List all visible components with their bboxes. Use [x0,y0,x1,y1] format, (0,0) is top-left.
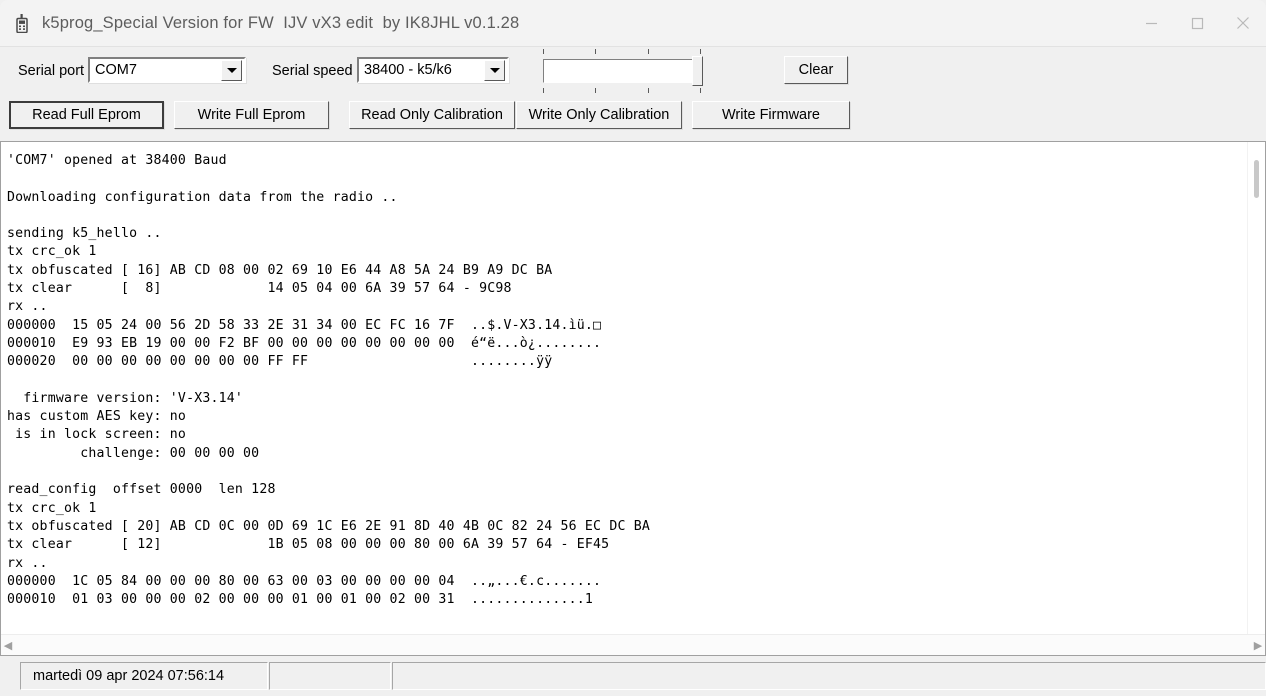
write-only-calibration-button[interactable]: Write Only Calibration [516,101,682,129]
log-text: 'COM7' opened at 38400 Baud Downloading … [7,153,651,608]
scroll-left-icon[interactable]: ◀ [1,640,15,651]
window-controls [1128,0,1266,46]
serial-port-select[interactable]: COM7 [88,57,246,83]
status-panel-2 [269,662,391,690]
trackbar-ticks-bottom [543,87,701,93]
read-full-eprom-label: Read Full Eprom [32,107,141,123]
titlebar: k5prog_Special Version for FW IJV vX3 ed… [0,0,1266,47]
toolbar-row-settings: Serial port COM7 Serial speed 38400 - k5… [0,47,1266,97]
write-full-eprom-label: Write Full Eprom [197,107,306,123]
chevron-down-icon[interactable] [484,59,505,81]
log-output[interactable]: 'COM7' opened at 38400 Baud Downloading … [1,142,1265,634]
toolbar: Serial port COM7 Serial speed 38400 - k5… [0,47,1266,142]
serial-speed-label: Serial speed [272,63,353,79]
window-title: k5prog_Special Version for FW IJV vX3 ed… [42,13,520,32]
write-firmware-button[interactable]: Write Firmware [692,101,850,129]
status-datetime-panel: martedì 09 apr 2024 07:56:14 [20,662,268,690]
log-horizontal-scrollbar[interactable]: ◀ ▶ [1,634,1265,655]
close-icon[interactable] [1220,0,1266,46]
status-datetime: martedì 09 apr 2024 07:56:14 [33,668,225,684]
serial-port-label: Serial port [18,63,85,79]
chevron-down-icon[interactable] [221,59,242,81]
maximize-icon[interactable] [1174,0,1220,46]
log-vertical-scrollbar[interactable] [1247,142,1265,634]
trackbar-thumb[interactable] [692,56,703,86]
scroll-right-icon[interactable]: ▶ [1251,640,1265,651]
statusbar: martedì 09 apr 2024 07:56:14 [0,656,1266,696]
read-full-eprom-button[interactable]: Read Full Eprom [9,101,164,129]
read-only-calibration-button[interactable]: Read Only Calibration [349,101,515,129]
write-only-calibration-label: Write Only Calibration [528,107,670,123]
read-only-calibration-label: Read Only Calibration [361,107,503,123]
trackbar-channel [543,59,701,83]
serial-speed-select[interactable]: 38400 - k5/k6 [357,57,509,83]
status-panel-3 [392,662,1266,690]
toolbar-row-actions: Read Full Eprom Write Full Eprom Read On… [0,97,1266,142]
minimize-icon[interactable] [1128,0,1174,46]
radio-icon [12,13,32,33]
clear-button[interactable]: Clear [784,56,848,84]
progress-trackbar[interactable] [543,49,703,93]
trackbar-ticks-top [543,49,701,55]
clear-button-label: Clear [798,62,834,78]
serial-port-value: COM7 [95,62,137,78]
vertical-scrollbar-thumb[interactable] [1254,160,1259,198]
log-panel: 'COM7' opened at 38400 Baud Downloading … [0,142,1266,656]
write-full-eprom-button[interactable]: Write Full Eprom [174,101,329,129]
write-firmware-label: Write Firmware [721,107,820,123]
app-window: k5prog_Special Version for FW IJV vX3 ed… [0,0,1266,696]
serial-speed-value: 38400 - k5/k6 [364,62,452,78]
